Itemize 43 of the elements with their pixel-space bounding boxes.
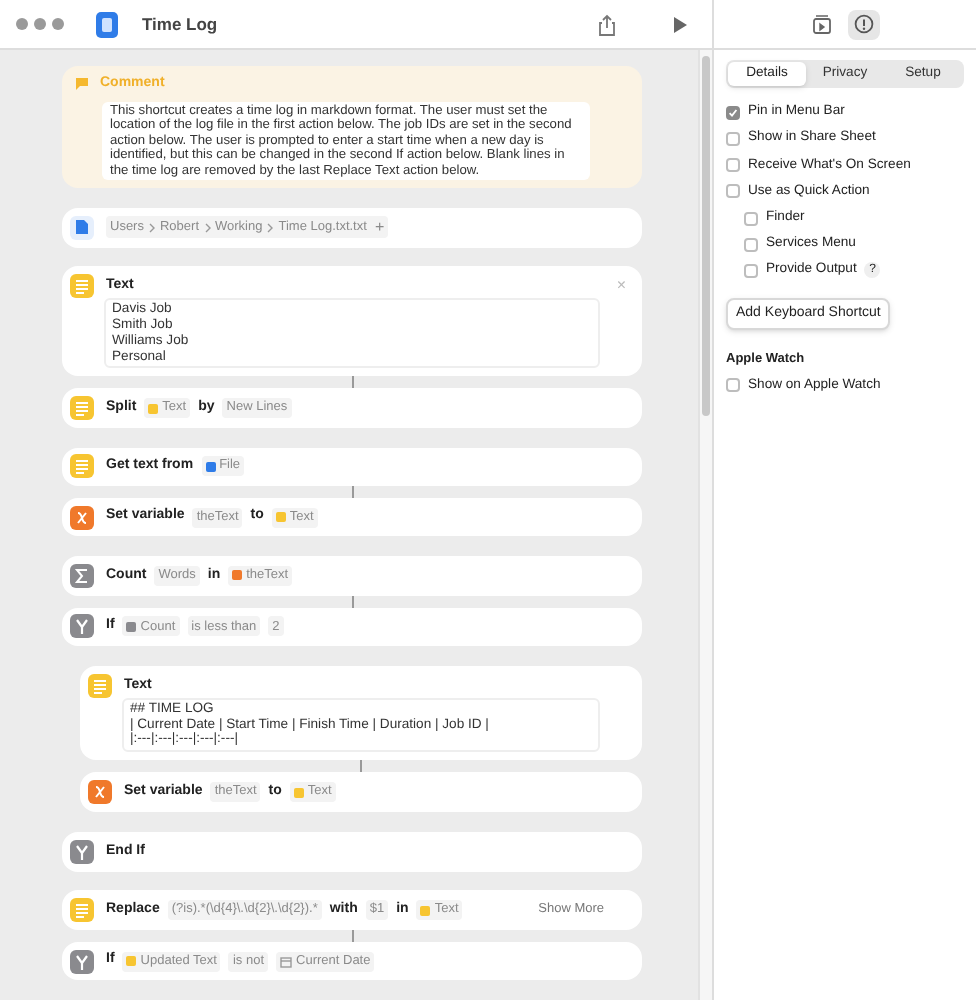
scrollbar[interactable]	[698, 50, 712, 1000]
variable-icon	[148, 403, 159, 413]
share-icon[interactable]	[598, 13, 616, 35]
text-lines-icon	[70, 274, 94, 299]
checkbox[interactable]	[744, 237, 758, 252]
add-button[interactable]: +	[374, 215, 385, 240]
close-button[interactable]: ×	[616, 278, 626, 295]
checkbox[interactable]	[744, 211, 758, 226]
text-lines-icon	[88, 673, 112, 698]
file-icon	[205, 461, 216, 472]
calendar-icon	[280, 955, 293, 967]
variable-icon	[420, 905, 431, 916]
sigma-icon	[70, 563, 94, 588]
variable-icon	[275, 512, 286, 523]
app-icon	[96, 11, 118, 37]
play-icon[interactable]	[672, 15, 688, 33]
branch-icon	[70, 614, 94, 639]
variable-icon	[88, 780, 112, 805]
branch-icon	[70, 949, 94, 973]
checkbox[interactable]	[726, 184, 740, 199]
checkbox[interactable]	[726, 378, 740, 393]
document-icon	[70, 215, 94, 240]
comment-icon	[76, 78, 88, 91]
checkbox[interactable]	[726, 105, 740, 120]
chevron-icon	[147, 221, 156, 234]
chevron-icon	[266, 221, 275, 234]
window-title: Time Log	[142, 11, 218, 37]
variable-icon	[70, 505, 94, 530]
info-button[interactable]	[847, 9, 879, 39]
variable-icon	[232, 570, 243, 581]
library-icon[interactable]	[811, 14, 831, 34]
checkbox[interactable]	[726, 131, 740, 146]
checkbox[interactable]	[744, 263, 758, 278]
text-lines-icon	[70, 454, 94, 479]
text-lines-icon	[70, 396, 94, 420]
variable-icon	[126, 621, 137, 632]
info-icon	[853, 14, 873, 34]
variable-icon	[293, 787, 304, 798]
chevron-icon	[203, 221, 211, 234]
branch-icon	[70, 839, 94, 864]
text-lines-icon	[70, 898, 94, 923]
checkbox[interactable]	[726, 158, 740, 173]
variable-icon	[126, 956, 137, 966]
